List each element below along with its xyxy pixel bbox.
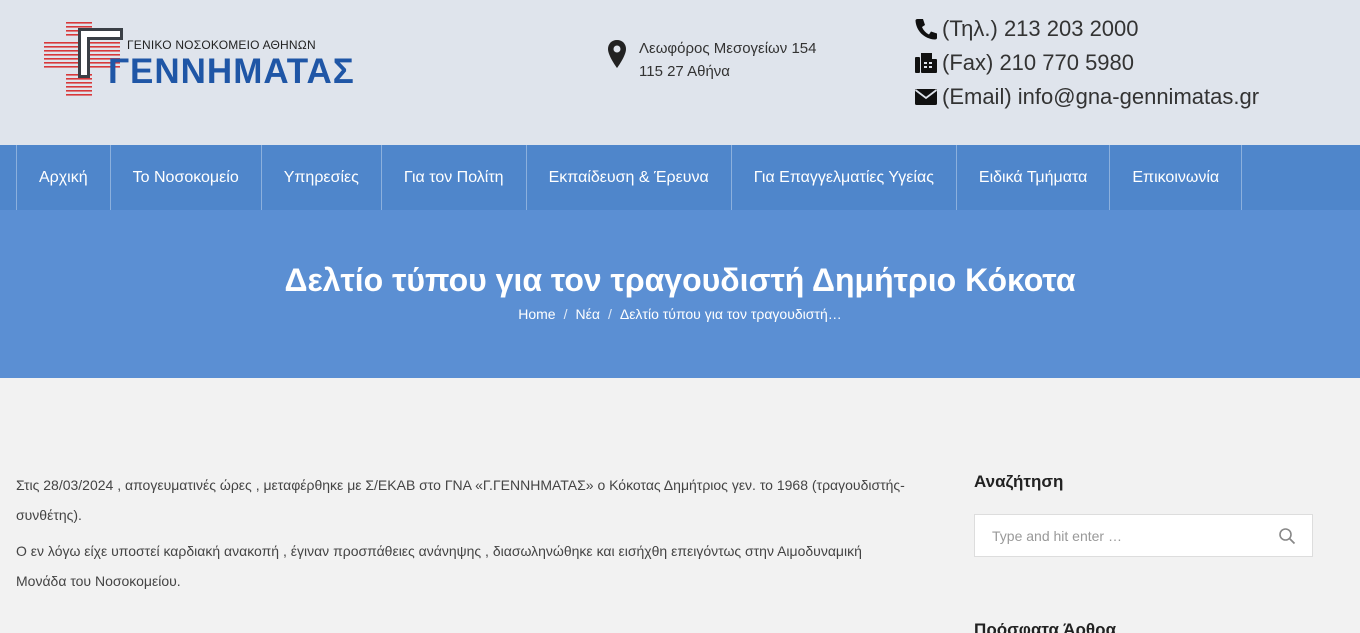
- fax-icon: [914, 52, 938, 74]
- envelope-icon: [914, 86, 938, 108]
- nav-item-special-departments[interactable]: Ειδικά Τμήματα: [957, 145, 1111, 210]
- search-input[interactable]: [975, 515, 1255, 556]
- breadcrumb-home[interactable]: Home: [518, 306, 555, 322]
- article-content: Στις 28/03/2024 , απογευματινές ώρες , μ…: [16, 470, 916, 602]
- address-block: Λεωφόρος Μεσογείων 154 115 27 Αθήνα: [607, 37, 816, 83]
- search-box: [974, 514, 1313, 557]
- logo-subtitle: ΓΕΝΙΚΟ ΝΟΣΟΚΟΜΕΙΟ ΑΘΗΝΩΝ: [127, 38, 316, 52]
- article-paragraph: Στις 28/03/2024 , απογευματινές ώρες , μ…: [16, 477, 905, 523]
- address-city: 115 27 Αθήνα: [639, 63, 730, 80]
- hospital-logo[interactable]: ΓΕΝΙΚΟ ΝΟΣΟΚΟΜΕΙΟ ΑΘΗΝΩΝ ΓΕΝΝΗΜΑΤΑΣ: [44, 18, 354, 100]
- email-row[interactable]: (Email) info@gna-gennimatas.gr: [914, 80, 1259, 114]
- nav-item-citizen[interactable]: Για τον Πολίτη: [382, 145, 527, 210]
- site-header: ΓΕΝΙΚΟ ΝΟΣΟΚΟΜΕΙΟ ΑΘΗΝΩΝ ΓΕΝΝΗΜΑΤΑΣ Λεωφ…: [0, 0, 1360, 145]
- main-navigation: Αρχική Το Νοσοκομείο Υπηρεσίες Για τον Π…: [0, 145, 1360, 210]
- page-title: Δελτίο τύπου για τον τραγουδιστή Δημήτρι…: [284, 262, 1076, 298]
- nav-item-hospital[interactable]: Το Νοσοκομείο: [111, 145, 262, 210]
- nav-menu: Αρχική Το Νοσοκομείο Υπηρεσίες Για τον Π…: [16, 145, 1243, 210]
- fax-row[interactable]: (Fax) 210 770 5980: [914, 46, 1259, 80]
- search-icon[interactable]: [1278, 527, 1296, 545]
- sidebar: Αναζήτηση Πρόσφατα Άρθρα: [974, 470, 1314, 633]
- fax-text: (Fax) 210 770 5980: [942, 50, 1135, 75]
- breadcrumb-current: Δελτίο τύπου για τον τραγουδιστή…: [619, 306, 842, 322]
- phone-icon: [914, 18, 938, 40]
- contact-info: (Τηλ.) 213 203 2000 (Fax) 210 770 5980 (…: [914, 12, 1259, 114]
- article-paragraph: Ο εν λόγω είχε υποστεί καρδιακή ανακοπή …: [16, 543, 862, 589]
- address-street: Λεωφόρος Μεσογείων 154: [639, 40, 817, 57]
- nav-item-professionals[interactable]: Για Επαγγελματίες Υγείας: [732, 145, 957, 210]
- recent-posts-title: Πρόσφατα Άρθρα: [974, 620, 1117, 633]
- logo-name: ΓΕΝΝΗΜΑΤΑΣ: [108, 52, 355, 91]
- email-text: (Email) info@gna-gennimatas.gr: [942, 84, 1260, 109]
- search-widget-title: Αναζήτηση: [974, 472, 1064, 491]
- nav-item-services[interactable]: Υπηρεσίες: [262, 145, 382, 210]
- map-pin-icon: [608, 40, 626, 68]
- phone-text: (Τηλ.) 213 203 2000: [942, 16, 1139, 41]
- nav-item-home[interactable]: Αρχική: [17, 145, 111, 210]
- breadcrumb: Home / Νέα / Δελτίο τύπου για τον τραγουδιστ…: [518, 306, 842, 322]
- page-title-band: Δελτίο τύπου για τον τραγουδιστή Δημήτρι…: [0, 210, 1360, 378]
- nav-item-contact[interactable]: Επικοινωνία: [1110, 145, 1243, 210]
- breadcrumb-news[interactable]: Νέα: [576, 306, 600, 322]
- phone-row[interactable]: (Τηλ.) 213 203 2000: [914, 12, 1259, 46]
- nav-item-education[interactable]: Εκπαίδευση & Έρευνα: [527, 145, 732, 210]
